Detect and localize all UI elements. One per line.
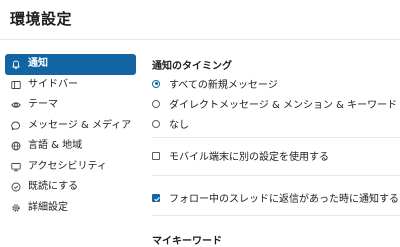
sidebar-item-label: 既読にする xyxy=(28,181,79,193)
section-divider xyxy=(152,215,400,216)
radio-label: すべての新規メッセージ xyxy=(169,80,278,91)
window-title: 環境設定 xyxy=(10,10,73,28)
sidebar-item-label: 詳細設定 xyxy=(28,201,68,213)
radio-label: ダイレクトメッセージ & メンション & キーワード xyxy=(169,100,398,111)
checkmark-icon xyxy=(154,196,160,201)
section-divider xyxy=(152,175,400,176)
section-divider xyxy=(152,137,400,138)
checkbox-label: モバイル端末に別の設定を使用する xyxy=(169,152,329,163)
sidebar: 通知 サイドバー テーマ メッセージ & メディア 言語 & 地域 アクセシビリ… xyxy=(5,54,136,218)
radio-all-messages[interactable]: すべての新規メッセージ xyxy=(152,76,278,91)
sidebar-item-advanced[interactable]: 詳細設定 xyxy=(5,198,136,219)
radio-label: なし xyxy=(169,120,189,131)
monitor-icon xyxy=(11,162,21,172)
keywords-section-title: マイキーワード xyxy=(152,236,222,247)
gear-icon xyxy=(11,203,21,213)
radio-none[interactable]: なし xyxy=(152,116,189,131)
sidebar-item-sidebar[interactable]: サイドバー xyxy=(5,75,136,96)
radio-button[interactable] xyxy=(152,99,160,108)
sidebar-item-notifications[interactable]: 通知 xyxy=(5,54,136,75)
sidebar-item-mark-as-read[interactable]: 既読にする xyxy=(5,177,136,198)
sidebar-item-label: メッセージ & メディア xyxy=(28,119,132,131)
sidebar-item-label: 言語 & 地域 xyxy=(28,140,83,152)
sidebar-item-language-region[interactable]: 言語 & 地域 xyxy=(5,136,136,157)
timing-section-title: 通知のタイミング xyxy=(152,61,232,72)
sidebar-item-label: アクセシビリティ xyxy=(28,160,107,172)
radio-button[interactable] xyxy=(152,119,160,128)
header-divider xyxy=(0,39,400,40)
sidebar-icon xyxy=(11,80,21,90)
globe-icon xyxy=(11,141,21,151)
message-icon xyxy=(11,121,21,131)
mobile-settings-checkbox-row[interactable]: モバイル端末に別の設定を使用する xyxy=(152,148,329,163)
sidebar-item-label: 通知 xyxy=(28,58,48,70)
checkbox[interactable] xyxy=(152,151,160,160)
sidebar-item-label: テーマ xyxy=(28,99,58,111)
checkbox-label: フォロー中のスレッドに返信があった時に通知する xyxy=(169,194,399,205)
radio-button[interactable] xyxy=(152,79,160,88)
check-circle-icon xyxy=(11,182,21,192)
checkbox[interactable] xyxy=(152,193,160,202)
sidebar-item-accessibility[interactable]: アクセシビリティ xyxy=(5,157,136,178)
sidebar-item-messages-media[interactable]: メッセージ & メディア xyxy=(5,116,136,137)
bell-icon xyxy=(11,59,21,70)
sidebar-item-label: サイドバー xyxy=(28,78,78,90)
sidebar-item-theme[interactable]: テーマ xyxy=(5,95,136,116)
eye-icon xyxy=(11,100,21,110)
radio-dm-mentions-keywords[interactable]: ダイレクトメッセージ & メンション & キーワード xyxy=(152,96,397,111)
thread-reply-checkbox-row[interactable]: フォロー中のスレッドに返信があった時に通知する xyxy=(152,190,399,205)
